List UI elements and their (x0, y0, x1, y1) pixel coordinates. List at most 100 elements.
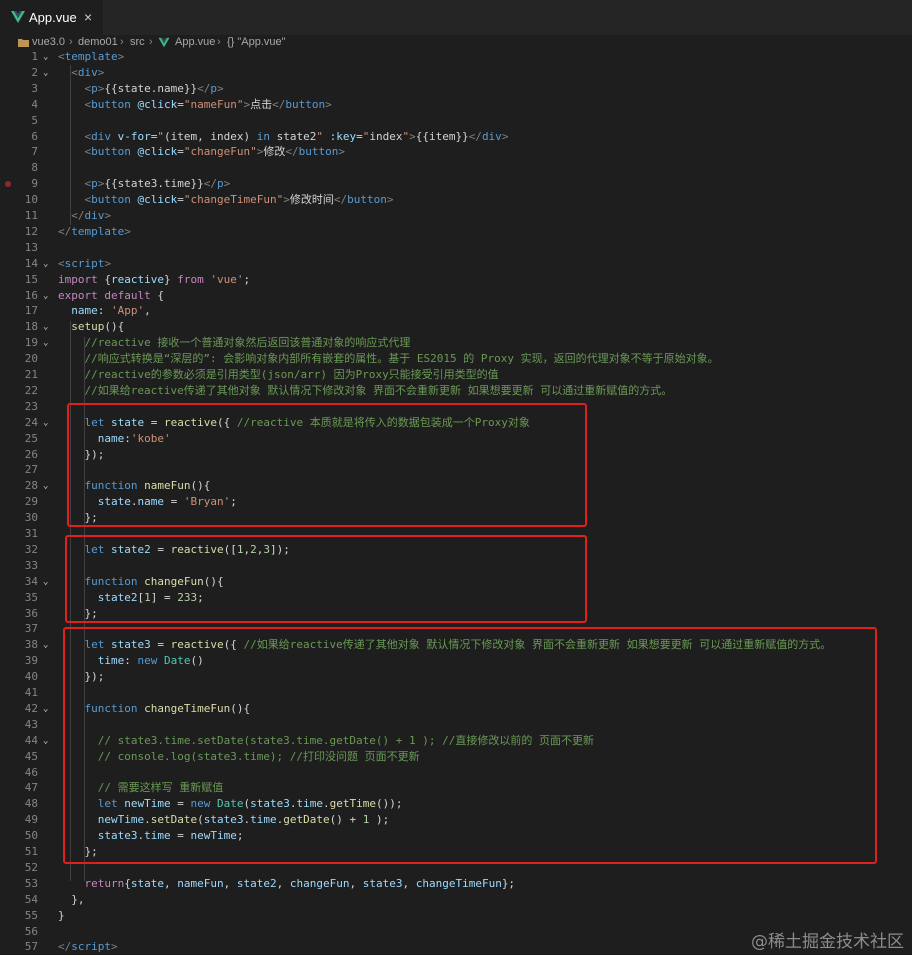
code-line[interactable]: 3 <p>{{state.name}}</p> (0, 81, 912, 97)
line-number: 18 (24, 320, 38, 334)
breadcrumb-item-file[interactable]: App.vue (175, 35, 215, 49)
code-line[interactable]: 19 ⌄ //reactive 接收一个普通对象然后返回该普通对象的响应式代理 (0, 335, 912, 351)
code-token: reactive (111, 272, 164, 286)
close-icon[interactable]: × (84, 9, 92, 25)
code-line[interactable]: 13 (0, 240, 912, 256)
line-number: 29 (24, 495, 38, 509)
highlight-box-state (67, 403, 587, 527)
code-token: button (347, 193, 387, 207)
line-number: 47 (24, 781, 38, 795)
breadcrumb-item-demo01[interactable]: demo01 (78, 35, 118, 49)
line-number: 51 (24, 845, 38, 858)
code-token: </ (468, 129, 482, 143)
code-line[interactable]: 20 //响应式转换是“深层的”: 会影响对象内部所有嵌套的属性。基于 ES20… (0, 351, 912, 367)
fold-chevron-icon[interactable]: ⌄ (43, 335, 48, 351)
code-line[interactable]: 11 </div> (0, 208, 912, 224)
code-token: > (216, 81, 224, 95)
fold-chevron-icon[interactable]: ⌄ (43, 288, 48, 304)
fold-chevron-icon[interactable]: ⌄ (43, 637, 48, 653)
code-line[interactable]: 14 ⌄ <script> (0, 256, 912, 272)
code-token: {{item}} (415, 129, 469, 143)
code-token: > (501, 129, 509, 143)
fold-chevron-icon[interactable]: ⌄ (43, 49, 48, 65)
fold-chevron-icon[interactable]: ⌄ (43, 701, 48, 717)
code-token: setup (71, 320, 105, 334)
code-line[interactable]: 10 <button @click="changeTimeFun">修改时间</… (0, 192, 912, 208)
line-number: 42 (24, 701, 38, 715)
code-token: }; (501, 876, 516, 890)
code-text: </script> (58, 939, 118, 955)
fold-chevron-icon[interactable]: ⌄ (43, 574, 48, 590)
fold-chevron-icon[interactable]: ⌄ (43, 65, 48, 81)
code-token: , (144, 304, 151, 318)
fold-chevron-icon[interactable]: ⌄ (43, 733, 48, 749)
fold-chevron-icon[interactable]: ⌄ (43, 256, 48, 272)
code-line[interactable]: 18 ⌄ setup(){ (0, 319, 912, 335)
code-token: //响应式转换是“深层的”: 会影响对象内部所有嵌套的属性。基于 ES2015 … (84, 352, 719, 366)
line-number: 27 (24, 463, 38, 477)
code-line[interactable]: 8 (0, 160, 912, 176)
code-line[interactable]: 7 <button @click="changeFun">修改</button> (0, 144, 912, 160)
code-line[interactable]: 4 <button @click="nameFun">点击</button> (0, 97, 912, 113)
line-number: 31 (24, 527, 38, 540)
code-token: @click (137, 145, 178, 159)
line-number: 3 (31, 81, 38, 95)
line-number: 23 (24, 399, 38, 413)
line-number: 22 (24, 383, 38, 397)
line-number: 11 (24, 209, 38, 222)
code-token: > (104, 209, 111, 222)
line-number: 17 (24, 304, 38, 318)
code-text: <p>{{state.name}}</p> (58, 81, 224, 97)
code-token: }, (58, 892, 85, 906)
code-line[interactable]: 55} (0, 908, 912, 924)
breadcrumb-item-vue3[interactable]: vue3.0 (32, 35, 65, 49)
line-number: 56 (24, 924, 38, 938)
code-token: < (71, 65, 78, 79)
fold-chevron-icon[interactable]: ⌄ (43, 319, 48, 335)
code-line[interactable]: 16 ⌄ export default { (0, 288, 912, 304)
code-line[interactable]: 54 }, (0, 892, 912, 908)
code-token: return (84, 876, 125, 890)
fold-chevron-icon[interactable]: ⌄ (43, 415, 48, 431)
line-number: 52 (24, 860, 38, 874)
vue-logo-icon (158, 37, 170, 48)
line-number: 28 (24, 479, 38, 493)
code-token: //reactive的参数必须是引用类型(json/arr) 因为Proxy只能… (84, 368, 499, 381)
code-text: //reactive 接收一个普通对象然后返回该普通对象的响应式代理 (58, 335, 411, 351)
line-number: 4 (31, 97, 38, 111)
code-token: 修改时间 (289, 193, 334, 207)
code-line[interactable]: 9 <p>{{state3.time}}</p> (0, 176, 912, 192)
code-token: </ (58, 940, 72, 954)
code-line[interactable]: 1 ⌄ <template> (0, 49, 912, 65)
code-token: " (157, 129, 164, 143)
code-token: "changeTimeFun" (183, 193, 284, 207)
code-token: changeTimeFun (415, 876, 502, 890)
code-line[interactable]: 53 return{state, nameFun, state2, change… (0, 876, 912, 892)
code-token: > (338, 145, 345, 159)
code-token: = (356, 129, 363, 143)
code-line[interactable]: 2 ⌄ <div> (0, 65, 912, 81)
code-token: button (285, 97, 326, 111)
line-number: 57 (24, 940, 38, 954)
breadcrumb-item-src[interactable]: src (130, 35, 145, 49)
code-token: state2 (236, 876, 277, 890)
code-line[interactable]: 12 </template> (0, 224, 912, 240)
breadcrumb-item-symbol[interactable]: {} "App.vue" (227, 35, 286, 49)
tab-app-vue[interactable]: App.vue × (0, 0, 103, 35)
code-line[interactable]: 17 name: 'App', (0, 303, 912, 319)
breakpoint-icon[interactable] (5, 181, 11, 188)
code-line[interactable]: 22 //如果给reactive传递了其他对象 默认情况下修改对象 界面不会重新… (0, 383, 912, 399)
line-number: 21 (24, 368, 38, 381)
code-token: button (91, 145, 131, 159)
code-text: </template> (58, 224, 131, 240)
code-line[interactable]: 21 //reactive的参数必须是引用类型(json/arr) 因为Prox… (0, 367, 912, 383)
code-line[interactable]: 6 <div v-for="(item, index) in state2" :… (0, 129, 912, 145)
fold-chevron-icon[interactable]: ⌄ (43, 478, 48, 494)
code-line[interactable]: 5 (0, 113, 912, 129)
code-line[interactable]: 15 import {reactive} from 'vue'; (0, 272, 912, 288)
